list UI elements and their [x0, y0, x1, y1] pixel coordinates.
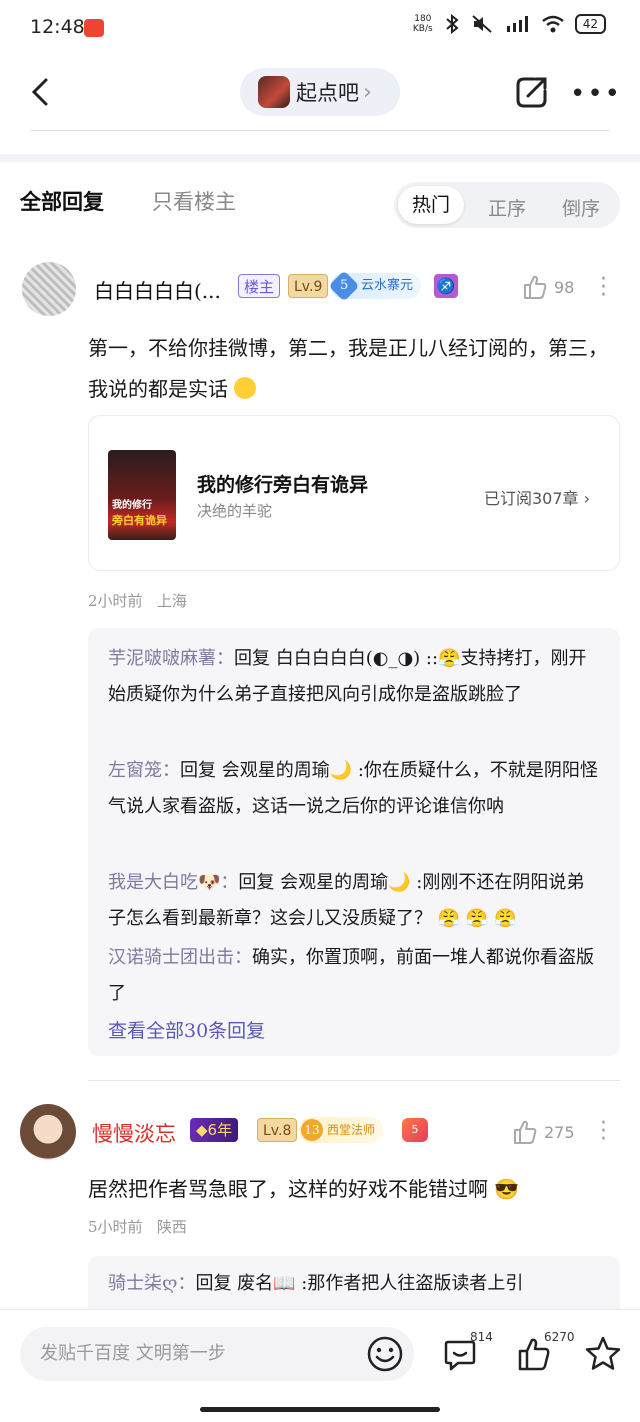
- smile-emoji-icon: [234, 377, 257, 399]
- back-icon[interactable]: [26, 76, 58, 108]
- like-count: 6270: [544, 1330, 575, 1344]
- tab-op-only[interactable]: 只看楼主: [152, 186, 236, 216]
- username[interactable]: 白白白白白(...: [94, 275, 221, 304]
- more-vertical-icon[interactable]: · · ·: [600, 269, 607, 307]
- reply-item[interactable]: 我是大白吃🐶：回复 会观星的周瑜🌙 :刚刚不还在阴阳说弟子怎么看到最新章？这会儿…: [108, 865, 602, 937]
- reply-item[interactable]: 汉诺骑士团出击：确实，你置顶啊，前面一堆人都说你看盗版了: [108, 940, 602, 1012]
- reply-item[interactable]: 骑士柒ღ：回复 废名📖 :那作者把人往盗版读者上引: [108, 1266, 602, 1302]
- more-options-icon[interactable]: •••: [570, 79, 622, 109]
- thumbs-up-icon: [524, 275, 547, 299]
- chevron-right-icon: ›: [363, 79, 372, 105]
- star-icon[interactable]: [584, 1335, 622, 1373]
- reply-item[interactable]: 左窗笼：回复 会观星的周瑜🌙 :你在质疑什么，不就是阴阳怪气说人家看盗版，这话一…: [108, 753, 602, 825]
- bluetooth-icon: [446, 14, 459, 34]
- like-count: 98: [554, 277, 575, 297]
- home-indicator[interactable]: [200, 1407, 440, 1412]
- rank-number: 13: [301, 1119, 323, 1141]
- wifi-icon: [541, 15, 564, 33]
- chevron-right-icon: ›: [583, 489, 591, 508]
- like-count: 275: [544, 1122, 575, 1142]
- diamond-icon: 5: [328, 270, 360, 302]
- app-notification-icon: [84, 19, 104, 37]
- reply-item[interactable]: 芋泥啵啵麻薯：回复 白白白白白(◐_◑) ::😤支持拷打，刚开始质疑你为什么弟子…: [108, 641, 602, 713]
- rank-title: 西堂法师: [327, 1123, 376, 1137]
- rank-badge[interactable]: 5 云水寨元: [328, 270, 422, 302]
- view-all-replies-link[interactable]: 查看全部30条回复: [108, 1016, 265, 1043]
- avatar[interactable]: [22, 262, 76, 316]
- avatar[interactable]: [20, 1104, 76, 1160]
- membership-years-badge: ◆6年: [190, 1118, 239, 1142]
- section-gap: [0, 154, 640, 162]
- subscribed-chapters[interactable]: 已订阅307章 ›: [484, 485, 590, 509]
- status-time: 12:48: [30, 16, 85, 38]
- username[interactable]: 慢慢淡忘: [92, 1118, 176, 1148]
- more-vertical-icon[interactable]: · · ·: [600, 1113, 607, 1151]
- signal-icon: [506, 16, 528, 32]
- thumbs-up-icon: [514, 1120, 537, 1144]
- battery-indicator: 42: [574, 14, 606, 34]
- network-speed: 180 KB/s: [412, 14, 433, 34]
- like-button[interactable]: 98: [522, 274, 574, 300]
- divider: [30, 130, 610, 131]
- comment-input[interactable]: 发贴千百度 文明第一步: [20, 1327, 414, 1381]
- book-title: 我的修行旁白有诡异: [197, 474, 369, 496]
- mute-icon: [472, 15, 492, 33]
- post-content: 第一，不给你挂微博，第二，我是正儿八经订阅的，第三，我说的都是实话: [88, 336, 608, 401]
- emoji-icon[interactable]: [366, 1335, 404, 1373]
- forum-name: 起点吧: [296, 81, 359, 105]
- sort-hot-button[interactable]: 热门: [398, 186, 464, 224]
- level-badge: Lv.9: [288, 274, 329, 298]
- forum-avatar: [258, 76, 290, 108]
- level-badge: Lv.8: [257, 1118, 298, 1142]
- sort-desc-button[interactable]: 倒序: [562, 194, 600, 221]
- post-meta: 5小时前 陕西: [88, 1218, 187, 1236]
- book-cover[interactable]: 我的修行 旁白有诡异: [108, 450, 176, 540]
- divider: [88, 1080, 620, 1081]
- status-icons: 180 KB/s 42: [413, 14, 606, 34]
- game-badge-icon: 5: [402, 1118, 428, 1142]
- sort-asc-button[interactable]: 正序: [488, 194, 526, 221]
- zodiac-icon: ♐: [434, 274, 458, 298]
- tab-all-replies[interactable]: 全部回复: [20, 186, 104, 216]
- post-content: 居然把作者骂急眼了，这样的好戏不能错过啊 😎: [88, 1177, 520, 1201]
- like-button[interactable]: 275: [512, 1119, 575, 1145]
- book-author: 决绝的羊驼: [197, 502, 273, 520]
- share-icon[interactable]: [514, 74, 550, 110]
- rank-badge[interactable]: 13 西堂法师: [299, 1117, 384, 1143]
- rank-title: 云水寨元: [361, 278, 414, 293]
- comment-count: 814: [470, 1330, 493, 1344]
- forum-button[interactable]: 起点吧 ›: [240, 68, 400, 116]
- post-meta: 2小时前 上海: [88, 592, 187, 610]
- host-badge: 楼主: [238, 274, 281, 298]
